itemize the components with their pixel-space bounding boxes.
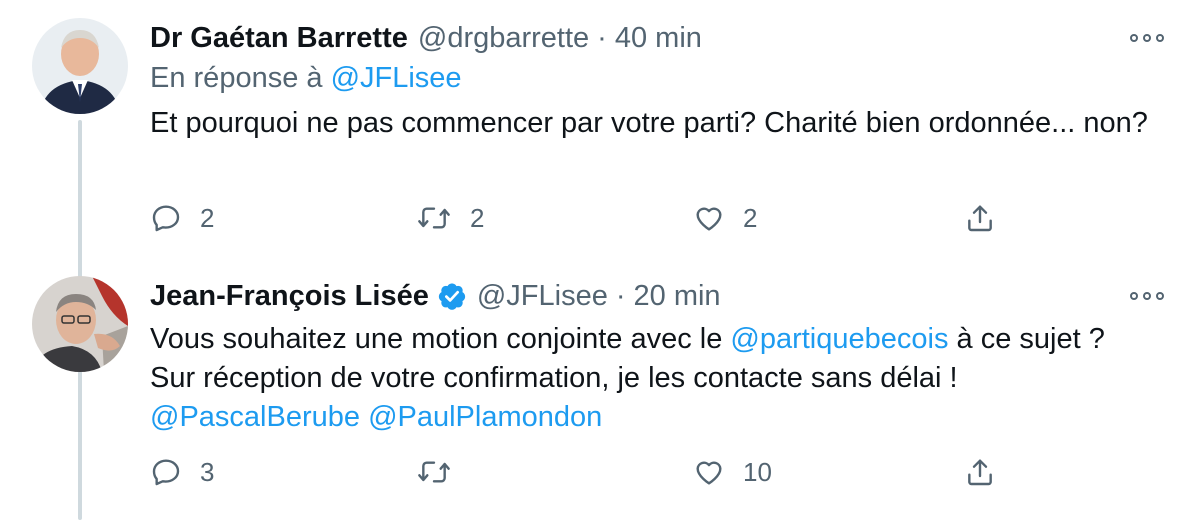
tweet-header: Jean-François Lisée @JFLisee · 20 min bbox=[150, 276, 721, 316]
tweet-actions: 2 2 2 bbox=[150, 198, 1160, 238]
avatar[interactable] bbox=[32, 18, 128, 114]
text-segment: Vous souhaitez une motion conjointe avec… bbox=[150, 323, 731, 355]
retweet-icon bbox=[418, 461, 450, 483]
retweet-button[interactable] bbox=[416, 452, 470, 492]
reply-count: 2 bbox=[200, 202, 215, 233]
share-button[interactable] bbox=[964, 198, 996, 238]
text-segment: à ce sujet ? bbox=[948, 323, 1105, 355]
more-icon[interactable] bbox=[1130, 288, 1164, 304]
share-icon bbox=[968, 205, 992, 232]
mention-link[interactable]: @PascalBerube bbox=[150, 401, 360, 433]
verified-icon bbox=[438, 283, 465, 310]
text-segment bbox=[360, 401, 368, 433]
retweet-button[interactable]: 2 bbox=[416, 198, 484, 238]
reply-count: 3 bbox=[200, 456, 215, 487]
like-icon bbox=[696, 207, 722, 231]
reply-button[interactable]: 3 bbox=[150, 452, 214, 492]
like-count: 10 bbox=[743, 456, 772, 487]
like-button[interactable]: 10 bbox=[693, 452, 772, 492]
tweet-barrette[interactable]: Dr Gaétan Barrette @drgbarrette · 40 min… bbox=[0, 0, 1194, 260]
reply-button[interactable]: 2 bbox=[150, 198, 214, 238]
tweet-actions: 3 10 bbox=[150, 452, 1160, 492]
avatar[interactable] bbox=[32, 276, 128, 372]
like-button[interactable]: 2 bbox=[693, 198, 757, 238]
tweet-text: Et pourquoi ne pas commencer par votre p… bbox=[150, 107, 1148, 139]
reply-icon bbox=[152, 459, 180, 486]
mention-link[interactable]: @partiquebecois bbox=[730, 323, 948, 355]
tweet-text: Vous souhaitez une motion conjointe avec… bbox=[150, 320, 1160, 437]
text-segment: Sur réception de votre confirmation, je … bbox=[150, 362, 958, 394]
author-handle[interactable]: @JFLisee bbox=[477, 280, 608, 313]
mention-link[interactable]: @PaulPlamondon bbox=[368, 401, 602, 433]
author-name[interactable]: Jean-François Lisée bbox=[150, 280, 429, 313]
retweet-count: 2 bbox=[470, 202, 485, 233]
separator: · bbox=[597, 21, 607, 54]
retweet-icon bbox=[418, 207, 450, 229]
share-icon bbox=[968, 459, 992, 486]
reply-context: En réponse à @JFLisee bbox=[150, 62, 462, 95]
timestamp[interactable]: 20 min bbox=[634, 280, 721, 313]
reply-prefix: En réponse à bbox=[150, 62, 323, 94]
timestamp[interactable]: 40 min bbox=[615, 22, 702, 55]
like-count: 2 bbox=[743, 202, 758, 233]
reply-icon bbox=[152, 205, 180, 232]
share-button[interactable] bbox=[964, 452, 996, 492]
reply-target-link[interactable]: @JFLisee bbox=[331, 62, 462, 94]
separator: · bbox=[615, 279, 626, 312]
more-icon[interactable] bbox=[1130, 30, 1164, 46]
tweet-header: Dr Gaétan Barrette @drgbarrette · 40 min bbox=[150, 18, 702, 58]
author-handle[interactable]: @drgbarrette bbox=[418, 22, 589, 55]
tweet-lisee[interactable]: Jean-François Lisée @JFLisee · 20 min Vo… bbox=[0, 260, 1194, 526]
author-name[interactable]: Dr Gaétan Barrette bbox=[150, 22, 408, 55]
like-icon bbox=[696, 461, 722, 485]
